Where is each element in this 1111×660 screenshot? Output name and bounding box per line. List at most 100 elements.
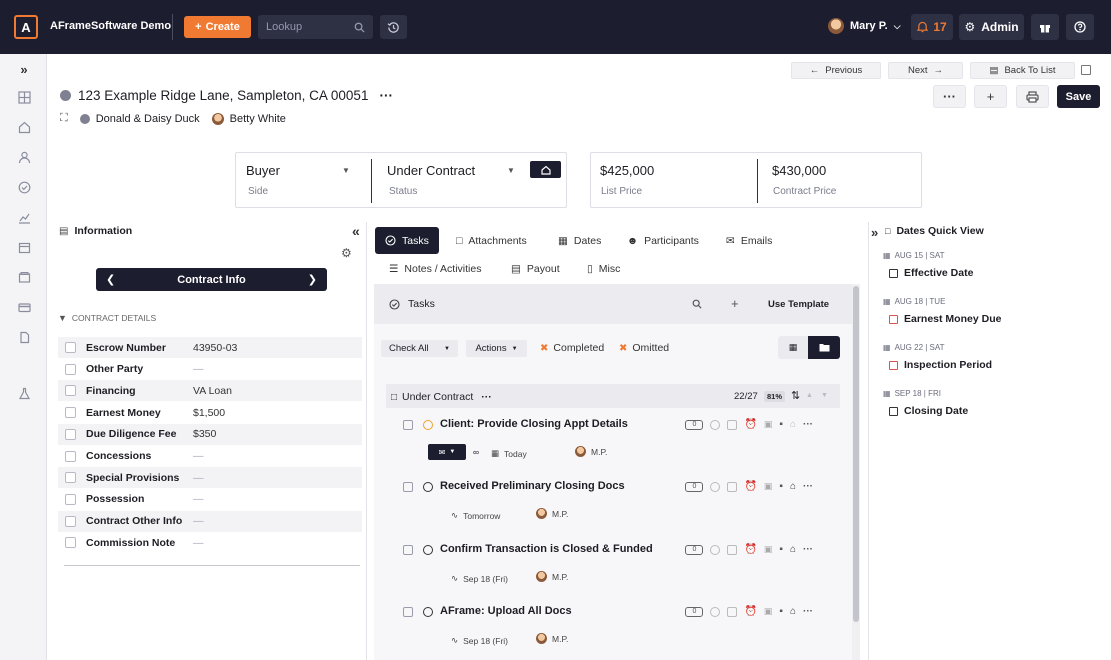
detail-row[interactable]: Special Provisions — [58, 467, 362, 489]
detail-value[interactable]: — [193, 472, 204, 484]
chevron-left-icon[interactable]: ❮ [106, 273, 115, 286]
ellipsis-icon[interactable]: ··· [803, 419, 813, 430]
ellipsis-icon[interactable]: ··· [803, 544, 813, 555]
side-value[interactable]: Buyer [246, 163, 280, 178]
house-icon[interactable]: ⌂ [790, 606, 796, 617]
row-checkbox[interactable] [65, 537, 76, 549]
detail-value[interactable]: $1,500 [193, 407, 225, 419]
row-checkbox[interactable] [65, 493, 76, 505]
lock-icon[interactable]: ▣ [764, 481, 773, 492]
contract-details-header[interactable]: ▼ CONTRACT DETAILS [58, 313, 156, 323]
detail-value[interactable]: 43950-03 [193, 342, 237, 354]
row-checkbox[interactable] [65, 363, 76, 375]
link-icon[interactable]: ∞ [473, 447, 479, 457]
task-title[interactable]: Received Preliminary Closing Docs [440, 480, 625, 492]
alarm-icon[interactable]: ⏰ [744, 419, 756, 430]
comment-icon[interactable]: 0 [685, 419, 704, 430]
gift-button[interactable] [1031, 14, 1059, 40]
detail-value[interactable]: — [193, 493, 204, 505]
date-status-icon[interactable] [889, 268, 898, 278]
task-title[interactable]: Client: Provide Closing Appt Details [440, 418, 628, 430]
documents-icon[interactable] [15, 328, 33, 346]
lock-icon[interactable]: ▣ [764, 606, 773, 617]
tab-payout[interactable]: ▤ Payout [511, 263, 560, 275]
tab-dates[interactable]: ▦ Dates [558, 235, 601, 247]
date-name[interactable]: Earnest Money Due [904, 313, 1001, 325]
square-icon[interactable] [727, 481, 738, 492]
search-icon[interactable] [692, 299, 702, 309]
task-due[interactable]: ▦ Today [491, 448, 527, 459]
agent-name[interactable]: Betty White [230, 113, 286, 125]
payments-icon[interactable] [15, 298, 33, 316]
chevron-right-icon[interactable]: ❯ [308, 273, 317, 286]
task-status-icon[interactable] [423, 482, 433, 492]
add-task-icon[interactable]: + [731, 296, 739, 311]
task-assignee[interactable]: M.P. [575, 446, 607, 457]
tab-notes[interactable]: ☰ Notes / Activities [389, 263, 481, 275]
select-checkbox[interactable] [1081, 65, 1091, 75]
history-button[interactable] [380, 15, 407, 39]
date-item[interactable]: ▦ AUG 22 | SAT Inspection Period [883, 343, 992, 371]
expand-nav-icon[interactable]: » [15, 60, 33, 78]
calendar-view-button[interactable]: ▦ [778, 336, 808, 359]
completed-toggle[interactable]: ✖ Completed [540, 342, 604, 354]
dashboard-icon[interactable] [15, 88, 33, 106]
row-checkbox[interactable] [65, 515, 76, 527]
date-item[interactable]: ▦ AUG 15 | SAT Effective Date [883, 251, 973, 279]
detail-value[interactable]: — [193, 450, 204, 462]
detail-value[interactable]: — [193, 515, 204, 527]
caret-up-icon[interactable]: ▲ [806, 392, 813, 399]
ellipsis-icon[interactable]: ··· [803, 481, 813, 492]
task-checkbox[interactable] [403, 607, 413, 617]
contact-card-icon[interactable]: ▪ [779, 544, 783, 555]
save-button[interactable]: Save [1057, 85, 1100, 108]
date-name[interactable]: Inspection Period [904, 359, 992, 371]
expand-panel-icon[interactable]: » [871, 225, 878, 240]
folder-view-button[interactable] [808, 336, 840, 359]
tab-participants[interactable]: ☻ Participants [627, 235, 699, 247]
next-button[interactable]: Next → [888, 62, 963, 79]
ellipsis-icon[interactable]: ··· [803, 606, 813, 617]
contact-card-icon[interactable]: ▪ [779, 606, 783, 617]
user-menu[interactable]: Mary P. ⌵ [828, 18, 901, 34]
help-button[interactable] [1066, 14, 1094, 40]
square-icon[interactable] [727, 544, 738, 555]
tab-misc[interactable]: ▯ Misc [587, 263, 620, 275]
expand-icon[interactable]: ⛶ [60, 112, 68, 125]
calendar-icon[interactable] [15, 238, 33, 256]
detail-row[interactable]: Possession — [58, 489, 362, 510]
more-actions-button[interactable]: ··· [933, 85, 966, 108]
use-template-button[interactable]: Use Template [768, 299, 829, 310]
task-due[interactable]: ∿ Sep 18 (Fri) [451, 573, 508, 584]
status-dropdown-icon[interactable]: ▼ [507, 166, 515, 175]
row-checkbox[interactable] [65, 407, 76, 419]
date-name[interactable]: Effective Date [904, 267, 973, 279]
home-icon[interactable] [15, 118, 33, 136]
task-assignee[interactable]: M.P. [536, 508, 568, 519]
detail-value[interactable]: — [193, 363, 204, 375]
task-due[interactable]: ∿ Tomorrow [451, 510, 500, 521]
admin-button[interactable]: ⚙ Admin [959, 14, 1024, 40]
tab-attachments[interactable]: □ Attachments [456, 235, 527, 247]
ellipsis-icon[interactable]: ··· [481, 391, 492, 403]
circle-icon[interactable] [710, 606, 721, 617]
reports-icon[interactable] [15, 208, 33, 226]
detail-row[interactable]: Commission Note — [58, 532, 362, 553]
check-all-dropdown[interactable]: Check All ▼ [381, 340, 458, 357]
circle-icon[interactable] [710, 544, 721, 555]
date-item[interactable]: ▦ AUG 18 | TUE Earnest Money Due [883, 297, 1001, 325]
task-checkbox[interactable] [403, 420, 413, 430]
task-row[interactable]: AFrame: Upload All Docs 0 ⏰ ▣ ▪ ⌂ ··· ∿ Sep 18 (… [403, 604, 823, 654]
comment-icon[interactable]: 0 [685, 544, 704, 555]
scrollbar-thumb[interactable] [853, 286, 859, 622]
aframe-logo[interactable]: A [14, 15, 38, 39]
detail-row[interactable]: Due Diligence Fee $350 [58, 423, 362, 445]
task-title[interactable]: AFrame: Upload All Docs [440, 605, 572, 617]
task-checkbox[interactable] [403, 482, 413, 492]
detail-value[interactable]: — [193, 537, 204, 549]
detail-row[interactable]: Concessions — [58, 446, 362, 467]
square-icon[interactable] [727, 419, 738, 430]
tab-emails[interactable]: ✉ Emails [726, 235, 772, 247]
row-checkbox[interactable] [65, 385, 76, 397]
date-status-icon[interactable] [889, 314, 898, 324]
